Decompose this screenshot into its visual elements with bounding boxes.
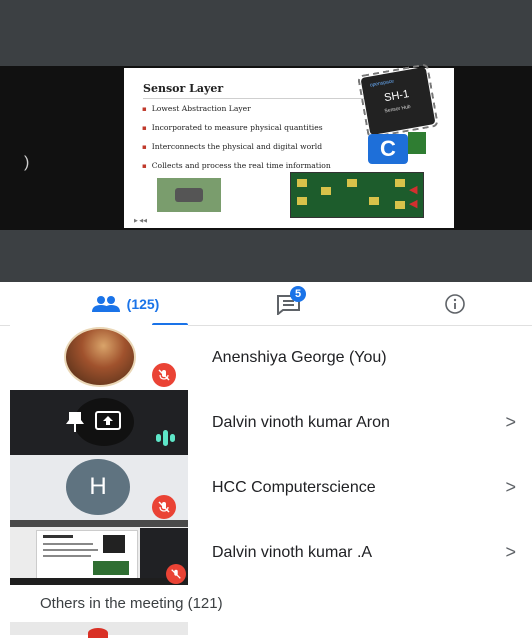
participant-row[interactable]: Dalvin vinoth kumar .A > xyxy=(0,520,532,585)
presented-slide: Sensor Layer ▪ Lowest Abstraction Layer ▪… xyxy=(124,66,454,228)
participant-name: Dalvin vinoth kumar Aron xyxy=(212,413,390,431)
stage-top-band xyxy=(0,0,532,66)
info-icon xyxy=(445,293,465,314)
participant-row[interactable]: Dalvin vinoth kumar Aron > xyxy=(0,390,532,455)
pin-icon xyxy=(66,412,84,432)
slide-title: Sensor Layer xyxy=(143,82,224,95)
mic-off-icon xyxy=(152,363,176,387)
slide-controls: ▶ ◀◀ xyxy=(134,218,147,224)
participant-row[interactable]: Anenshiya George (You) xyxy=(0,325,532,390)
participant-thumbnail: H xyxy=(10,455,188,520)
participant-thumbnail xyxy=(10,390,188,455)
chip-name-text: SH-1 xyxy=(383,88,411,105)
speaking-indicator-icon xyxy=(154,430,175,446)
participant-name: Anenshiya George (You) xyxy=(212,348,387,366)
mic-off-icon xyxy=(152,495,176,519)
participant-thumbnail xyxy=(10,325,188,390)
people-icon xyxy=(91,295,120,312)
presenting-icon xyxy=(95,411,121,430)
slide-bullet: ▪ Lowest Abstraction Layer xyxy=(142,104,251,113)
slide-bullet: ▪ Interconnects the physical and digital … xyxy=(142,142,323,151)
participant-thumbnail[interactable] xyxy=(10,622,188,638)
screen-share-thumbnail xyxy=(10,520,188,585)
wearable-sensor-image xyxy=(157,178,221,212)
chevron-right-icon[interactable]: > xyxy=(505,390,516,455)
tab-chat[interactable]: 5 xyxy=(250,282,330,325)
c-logo-image: C xyxy=(368,134,408,164)
participant-thumbnail xyxy=(10,520,188,585)
avatar: H xyxy=(66,459,130,515)
sensor-hub-chip-image: openspace SH-1 Sensor Hub xyxy=(360,66,436,136)
participant-name: HCC Computerscience xyxy=(212,478,376,496)
chevron-right-icon[interactable]: > xyxy=(505,455,516,520)
participant-name: Dalvin vinoth kumar .A xyxy=(212,543,373,561)
participant-count: (125) xyxy=(126,295,160,312)
chip-sub-text: Sensor Hub xyxy=(384,103,412,115)
avatar xyxy=(64,327,136,387)
slide-title-divider xyxy=(143,98,365,99)
meeting-tabbar: (125) 5 xyxy=(0,282,532,326)
sensor-board-image xyxy=(408,132,426,154)
tab-info[interactable] xyxy=(430,282,480,325)
circuit-diagram-image: ◀ ◀ xyxy=(290,172,424,218)
mic-off-icon xyxy=(166,564,186,584)
tab-people[interactable]: (125) xyxy=(70,282,188,326)
presentation-stage[interactable]: ) Sensor Layer ▪ Lowest Abstraction Layer… xyxy=(0,66,532,230)
unread-badge: 5 xyxy=(290,286,306,302)
chevron-left-icon[interactable]: ) xyxy=(24,154,29,172)
chip-brand-text: openspace xyxy=(369,78,395,89)
slide-bullets: ▪ Lowest Abstraction Layer ▪ Incorporated … xyxy=(142,104,331,180)
slide-bullet: ▪ Incorporated to measure physical quanti… xyxy=(142,123,323,132)
participant-row[interactable]: H HCC Computerscience > xyxy=(0,455,532,520)
others-section-header: Others in the meeting (121) xyxy=(40,595,223,612)
chevron-right-icon[interactable]: > xyxy=(505,520,516,585)
stage-bottom-band xyxy=(0,230,532,282)
